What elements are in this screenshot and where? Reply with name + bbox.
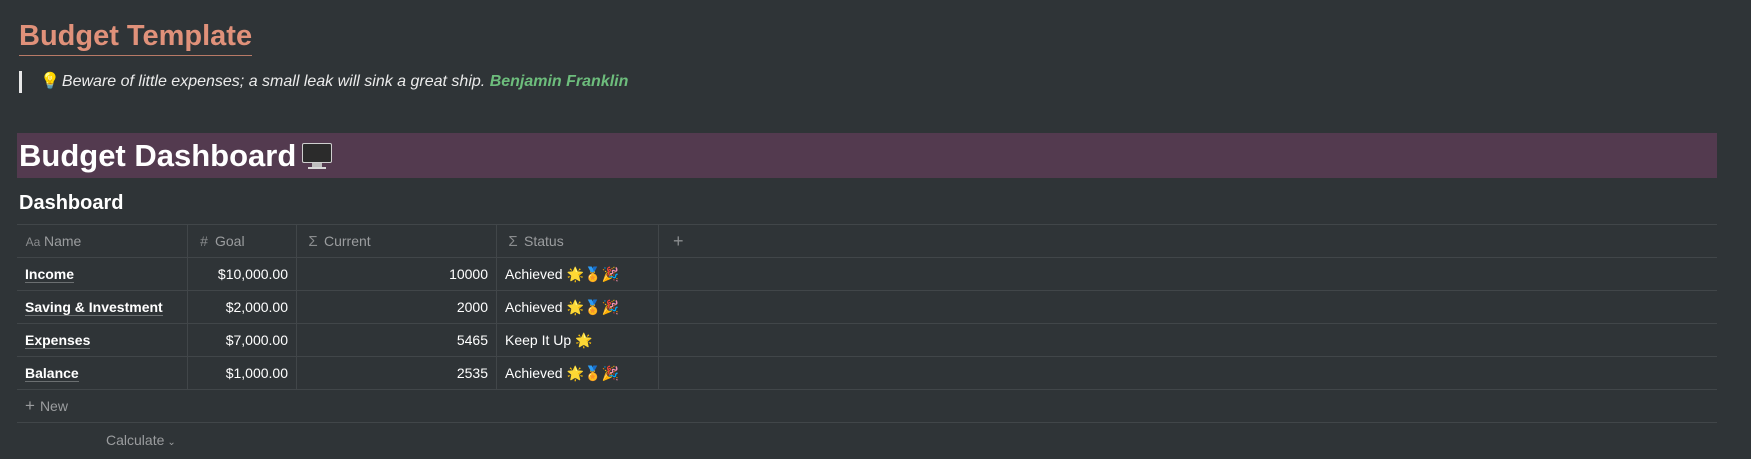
add-property-button[interactable]: + [659, 225, 699, 257]
status-text: Achieved [505, 266, 563, 282]
status-emoji-icon: 🌟🏅🎉 [566, 266, 619, 282]
table-row[interactable]: Expenses $7,000.00 5465 Keep It Up 🌟 [17, 324, 1717, 357]
calculate-label: Calculate [106, 432, 165, 448]
quote-text: Beware of little expenses; a small leak … [61, 73, 486, 90]
cell-goal[interactable]: $1,000.00 [188, 357, 297, 389]
cell-name[interactable]: Saving & Investment [17, 291, 188, 323]
cell-status[interactable]: Achieved 🌟🏅🎉 [497, 357, 659, 389]
row-title-link[interactable]: Income [25, 266, 75, 283]
cell-status[interactable]: Achieved 🌟🏅🎉 [497, 258, 659, 290]
quote-block[interactable]: 💡 Beware of little expenses; a small leak… [19, 71, 628, 93]
status-text: Achieved [505, 299, 563, 315]
formula-property-icon: Σ [308, 233, 318, 250]
table-row[interactable]: Balance $1,000.00 2535 Achieved 🌟🏅🎉 [17, 357, 1717, 390]
lightbulb-icon: 💡 [40, 73, 60, 90]
column-header-name[interactable]: Aa Name [17, 225, 188, 257]
cell-goal[interactable]: $7,000.00 [188, 324, 297, 356]
cell-name[interactable]: Expenses [17, 324, 188, 356]
quote-author: Benjamin Franklin [489, 73, 629, 90]
column-header-label: Name [44, 233, 82, 249]
text-property-icon: Aa [25, 235, 41, 249]
status-text: Keep It Up [505, 332, 572, 348]
new-row-label: New [39, 398, 68, 414]
number-property-icon: # [200, 233, 208, 249]
status-emoji-icon: 🌟 [575, 332, 593, 348]
database-title[interactable]: Dashboard [19, 191, 123, 215]
table-header-row: Aa Name # Goal Σ Current Σ Status + [17, 225, 1717, 258]
plus-icon: + [25, 396, 35, 415]
banner-heading[interactable]: Budget Dashboard [19, 137, 333, 175]
table-row[interactable]: Income $10,000.00 10000 Achieved 🌟🏅🎉 [17, 258, 1717, 291]
cell-current[interactable]: 10000 [297, 258, 497, 290]
new-row-button[interactable]: + New [17, 390, 1717, 423]
cell-goal[interactable]: $2,000.00 [188, 291, 297, 323]
cell-status[interactable]: Keep It Up 🌟 [497, 324, 659, 356]
row-title-link[interactable]: Expenses [25, 332, 91, 349]
cell-current[interactable]: 2535 [297, 357, 497, 389]
cell-name[interactable]: Balance [17, 357, 188, 389]
notion-page: Budget Template 💡 Beware of little expens… [0, 0, 1751, 459]
cell-name[interactable]: Income [17, 258, 188, 290]
status-emoji-icon: 🌟🏅🎉 [566, 365, 619, 381]
chevron-down-icon: ⌄ [167, 437, 176, 448]
page-title[interactable]: Budget Template [19, 17, 253, 56]
column-header-status[interactable]: Σ Status [497, 225, 659, 257]
dashboard-table: Aa Name # Goal Σ Current Σ Status + Income $… [17, 224, 1717, 423]
desktop-computer-icon [302, 143, 333, 169]
column-header-label: Goal [215, 233, 245, 249]
dashboard-banner: Budget Dashboard [17, 133, 1717, 178]
table-row[interactable]: Saving & Investment $2,000.00 2000 Achie… [17, 291, 1717, 324]
cell-current[interactable]: 2000 [297, 291, 497, 323]
column-header-label: Status [524, 233, 564, 249]
column-header-label: Current [324, 233, 371, 249]
status-emoji-icon: 🌟🏅🎉 [566, 299, 619, 315]
cell-status[interactable]: Achieved 🌟🏅🎉 [497, 291, 659, 323]
status-text: Achieved [505, 365, 563, 381]
calculate-button[interactable]: Calculate ⌄ [106, 432, 176, 451]
cell-current[interactable]: 5465 [297, 324, 497, 356]
plus-icon: + [673, 231, 684, 251]
formula-property-icon: Σ [508, 233, 518, 250]
banner-title-text: Budget Dashboard [19, 138, 297, 173]
column-header-current[interactable]: Σ Current [297, 225, 497, 257]
row-title-link[interactable]: Saving & Investment [25, 299, 163, 316]
column-header-goal[interactable]: # Goal [188, 225, 297, 257]
cell-goal[interactable]: $10,000.00 [188, 258, 297, 290]
row-title-link[interactable]: Balance [25, 365, 79, 382]
